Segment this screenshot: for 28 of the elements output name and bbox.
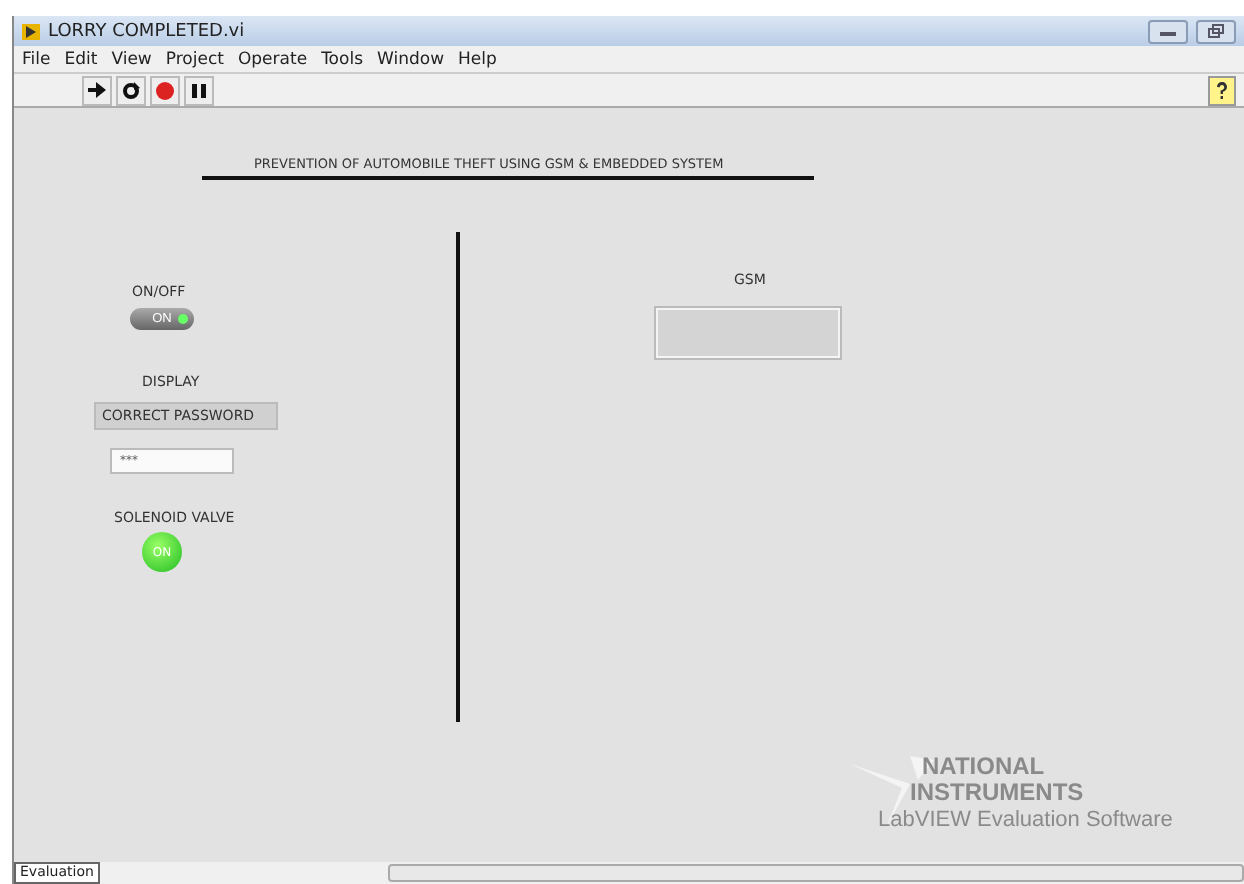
restore-icon (1208, 24, 1224, 38)
logo-text: NATIONAL (922, 752, 1045, 780)
question-mark-icon (1216, 81, 1228, 99)
window-title: LORRY COMPLETED.vi (48, 21, 245, 41)
pause-icon (192, 83, 206, 97)
watermark-text: LabVIEW Evaluation Software (878, 808, 1173, 832)
app-icon (22, 23, 40, 39)
run-button[interactable] (82, 75, 112, 105)
help-button[interactable] (1208, 75, 1236, 105)
stop-icon (156, 81, 174, 99)
horizontal-scrollbar[interactable] (387, 864, 1244, 882)
logo-text: INSTRUMENTS (910, 778, 1084, 806)
menu-item[interactable]: Edit (64, 49, 98, 69)
menu-item[interactable]: Help (458, 49, 497, 69)
cycle-arrows-icon (122, 81, 140, 99)
menu-item[interactable]: Operate (237, 49, 308, 69)
menu-item[interactable]: Window (377, 49, 445, 69)
minimize-button[interactable] (1148, 19, 1188, 43)
menu-item[interactable]: File (22, 49, 51, 69)
menu-item[interactable]: View (111, 49, 152, 69)
pause-button[interactable] (184, 75, 214, 105)
run-continuously-button[interactable] (116, 75, 146, 105)
restore-button[interactable] (1196, 19, 1236, 43)
menu-item[interactable]: Tools (321, 49, 364, 69)
menu-item[interactable]: Project (165, 49, 224, 69)
abort-button[interactable] (150, 75, 180, 105)
arrow-icon (88, 82, 106, 98)
minimize-icon (1160, 27, 1176, 35)
